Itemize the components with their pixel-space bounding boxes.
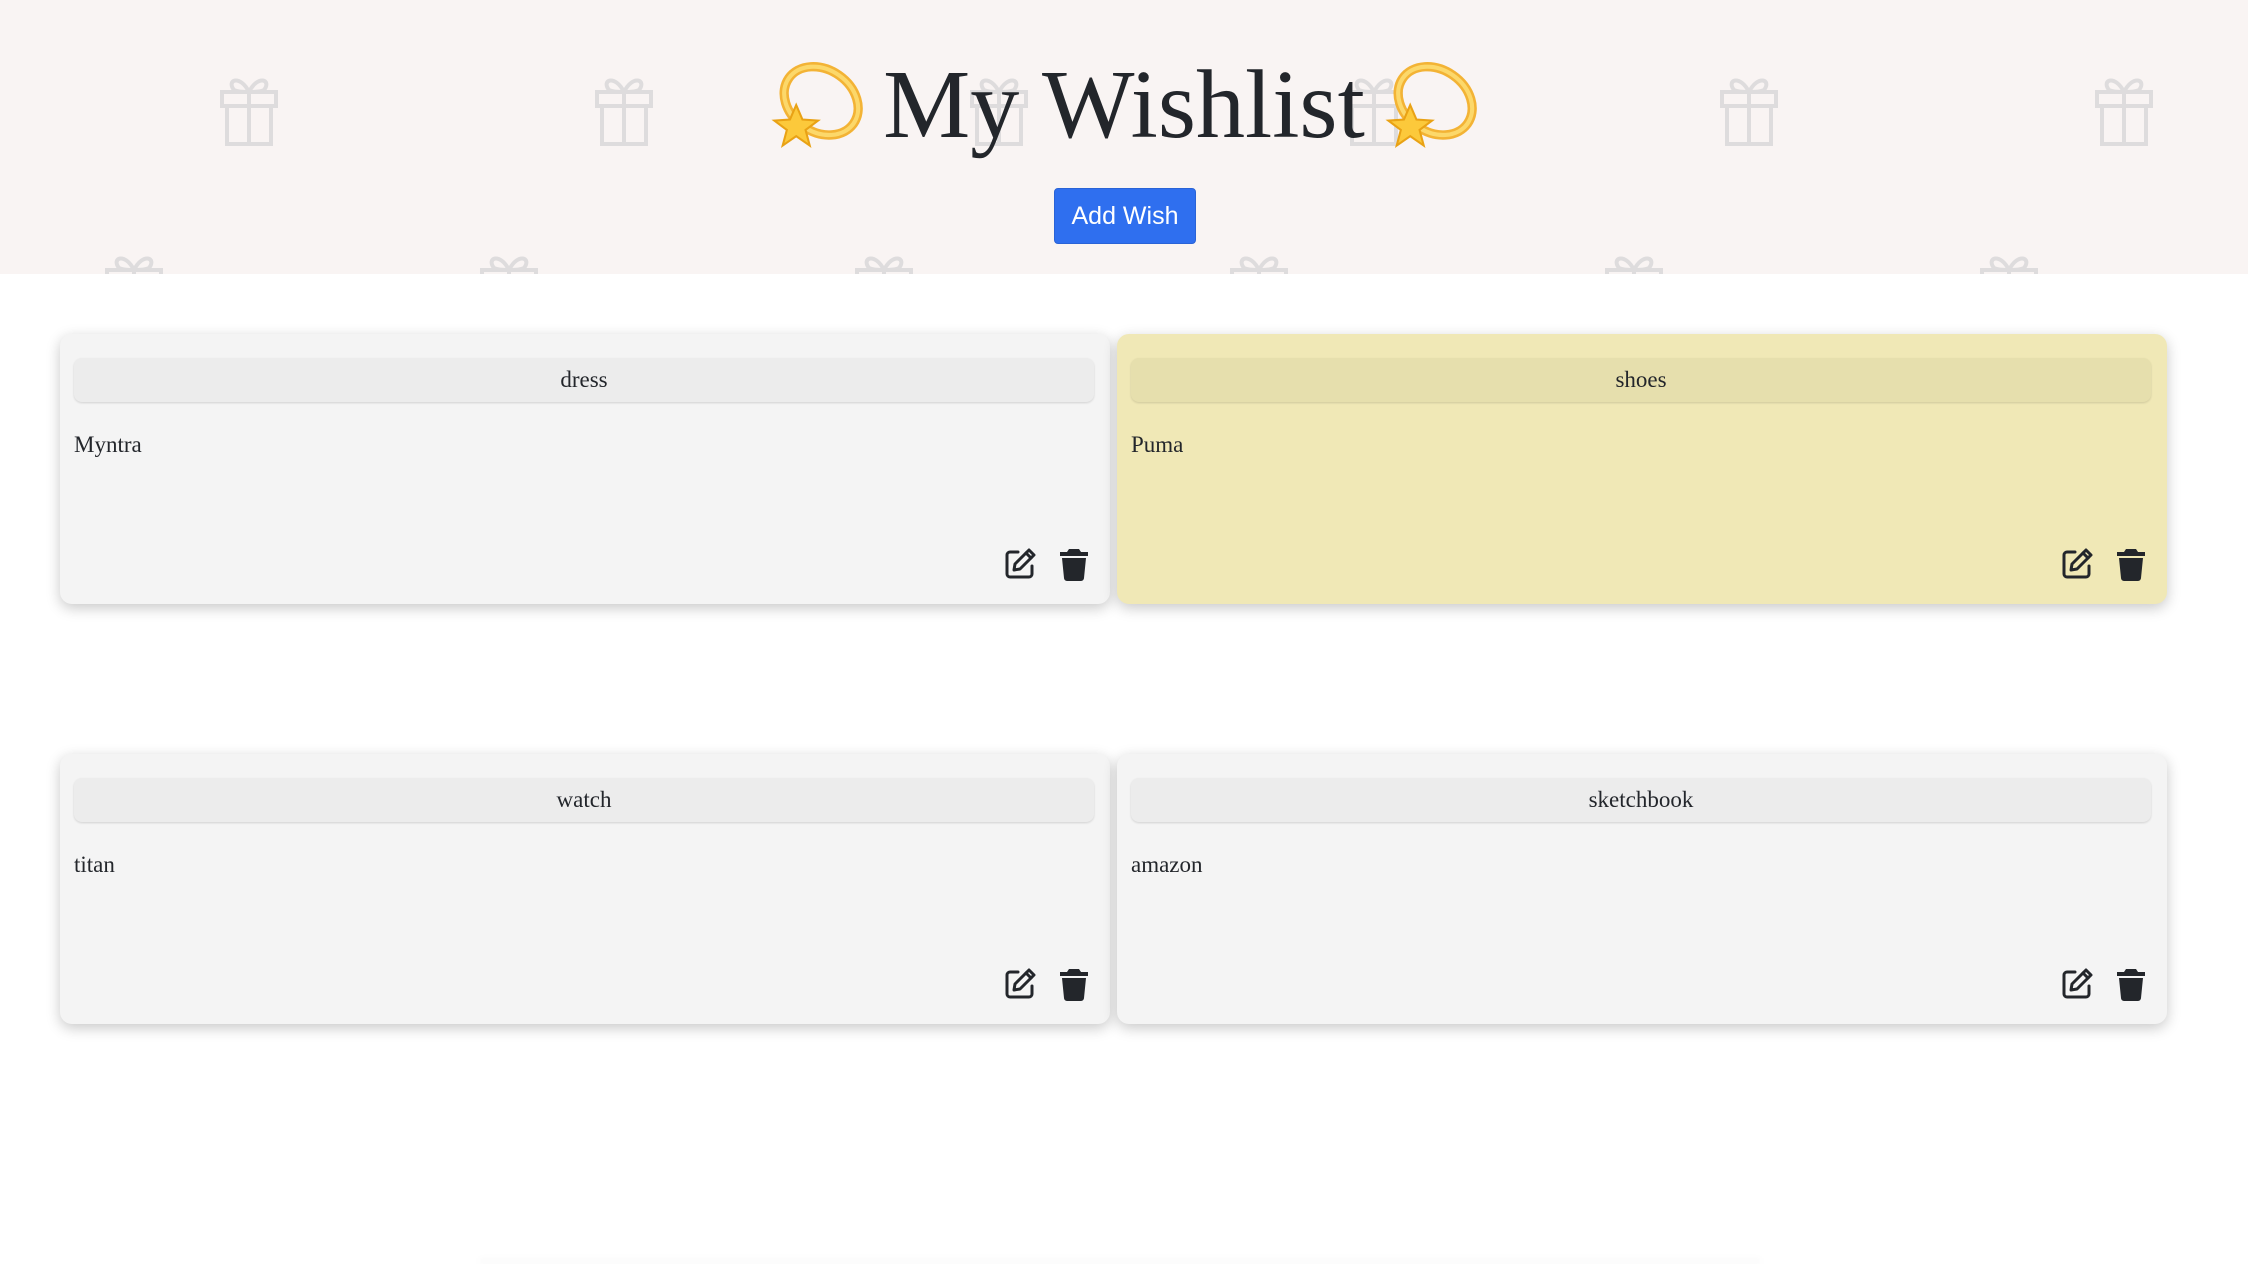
wish-store: titan: [74, 852, 115, 877]
wish-card: shoes Puma: [1117, 334, 2167, 604]
dizzy-star-icon: [1385, 61, 1477, 149]
gift-icon: [105, 256, 163, 274]
wish-store: amazon: [1131, 852, 1203, 877]
edit-icon[interactable]: [1002, 966, 1038, 1002]
wish-title: dress: [74, 358, 1094, 402]
gift-icon: [855, 256, 913, 274]
wish-card: sketchbook amazon: [1117, 754, 2167, 1024]
wish-card: watch titan: [60, 754, 1110, 1024]
trash-icon[interactable]: [1056, 966, 1092, 1002]
gift-icon: [1230, 256, 1288, 274]
edit-icon[interactable]: [2059, 546, 2095, 582]
trash-icon[interactable]: [2113, 546, 2149, 582]
page-title: My Wishlist: [883, 51, 1365, 159]
edit-icon[interactable]: [2059, 966, 2095, 1002]
gift-icon: [1605, 256, 1663, 274]
trash-icon[interactable]: [1056, 546, 1092, 582]
header: My Wishlist Add Wish: [0, 0, 2248, 274]
wish-store: Puma: [1131, 432, 1184, 457]
wish-card: dress Myntra: [60, 334, 1110, 604]
edit-icon[interactable]: [1002, 546, 1038, 582]
gift-icon: [1980, 256, 2038, 274]
gift-icon: [480, 256, 538, 274]
wish-title: watch: [74, 778, 1094, 822]
page-footer-shadow: [480, 1258, 1760, 1264]
title-row: My Wishlist: [0, 38, 2248, 172]
wish-title: shoes: [1131, 358, 2151, 402]
dizzy-star-icon: [771, 61, 864, 149]
add-wish-button[interactable]: Add Wish: [1054, 188, 1196, 244]
trash-icon[interactable]: [2113, 966, 2149, 1002]
wish-store: Myntra: [74, 432, 142, 457]
wish-title: sketchbook: [1131, 778, 2151, 822]
